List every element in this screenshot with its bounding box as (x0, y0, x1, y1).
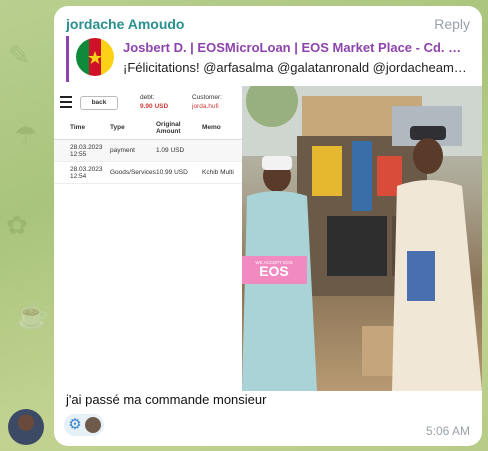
reactions-bar[interactable]: ⚙ (64, 414, 104, 436)
table-cell: Kchib Multi (202, 169, 234, 176)
back-button: back (80, 96, 118, 110)
quote-title: Josbert D. | EOSMicroLoan | EOS Market P… (123, 40, 469, 55)
debt-value: 9.90 USD (140, 103, 169, 110)
table-cell: 28.03.2023 12:54 (70, 165, 103, 180)
column-header: Type (110, 124, 125, 131)
sign-text: EOS (259, 263, 289, 279)
market-photo[interactable]: EOS WE ACCEPT EOS (242, 86, 482, 391)
receipt-screenshot[interactable]: back debt: 9.90 USD Customer: jorda.hufi… (54, 86, 242, 391)
background-doodle: ☂ (14, 120, 38, 150)
column-header: Memo (202, 124, 221, 131)
reply-quote[interactable]: Josbert D. | EOSMicroLoan | EOS Market P… (66, 36, 470, 82)
table-cell: 1.09 USD (156, 147, 185, 154)
table-row: 28.03.2023 12:55 payment 1.09 USD (54, 140, 242, 162)
debt-label: debt: (140, 94, 155, 101)
customer-label: Customer: (192, 94, 222, 101)
table-cell: 28.03.2023 12:55 (70, 143, 103, 158)
cameroon-flag-icon (76, 38, 114, 76)
message-bubble[interactable]: jordache Amoudo Reply Josbert D. | EOSMi… (54, 6, 482, 446)
column-header: Original Amount (156, 120, 181, 135)
gear-icon[interactable]: ⚙ (67, 417, 83, 433)
media-attachment[interactable]: back debt: 9.90 USD Customer: jorda.hufi… (54, 86, 482, 391)
background-doodle: ✿ (6, 210, 28, 240)
transaction-table: Time Type Original Amount Memo 28.03.202… (54, 116, 242, 184)
reply-button[interactable]: Reply (434, 16, 470, 32)
background-doodle: ✎ (8, 40, 30, 70)
menu-icon (60, 96, 72, 111)
message-time: 5:06 AM (425, 424, 470, 438)
table-header: Time Type Original Amount Memo (54, 116, 242, 140)
background-doodle: ☕ (16, 300, 49, 330)
table-cell: 10.99 USD (156, 169, 188, 176)
customer-value: jorda.hufi (192, 103, 219, 110)
user-avatar-icon[interactable] (85, 417, 101, 433)
sender-avatar[interactable] (8, 409, 44, 445)
quote-text: ¡Félicitations! @arfasalma @galatanronal… (123, 60, 469, 75)
sender-name[interactable]: jordache Amoudo (66, 16, 185, 32)
sign-subtext: WE ACCEPT EOS (255, 260, 292, 265)
table-row: 28.03.2023 12:54 Goods/Services 10.99 US… (54, 162, 242, 184)
column-header: Time (70, 124, 86, 131)
message-caption: j'ai passé ma commande monsieur (66, 392, 267, 407)
table-cell: payment (110, 147, 135, 154)
table-cell: Goods/Services (110, 169, 156, 176)
